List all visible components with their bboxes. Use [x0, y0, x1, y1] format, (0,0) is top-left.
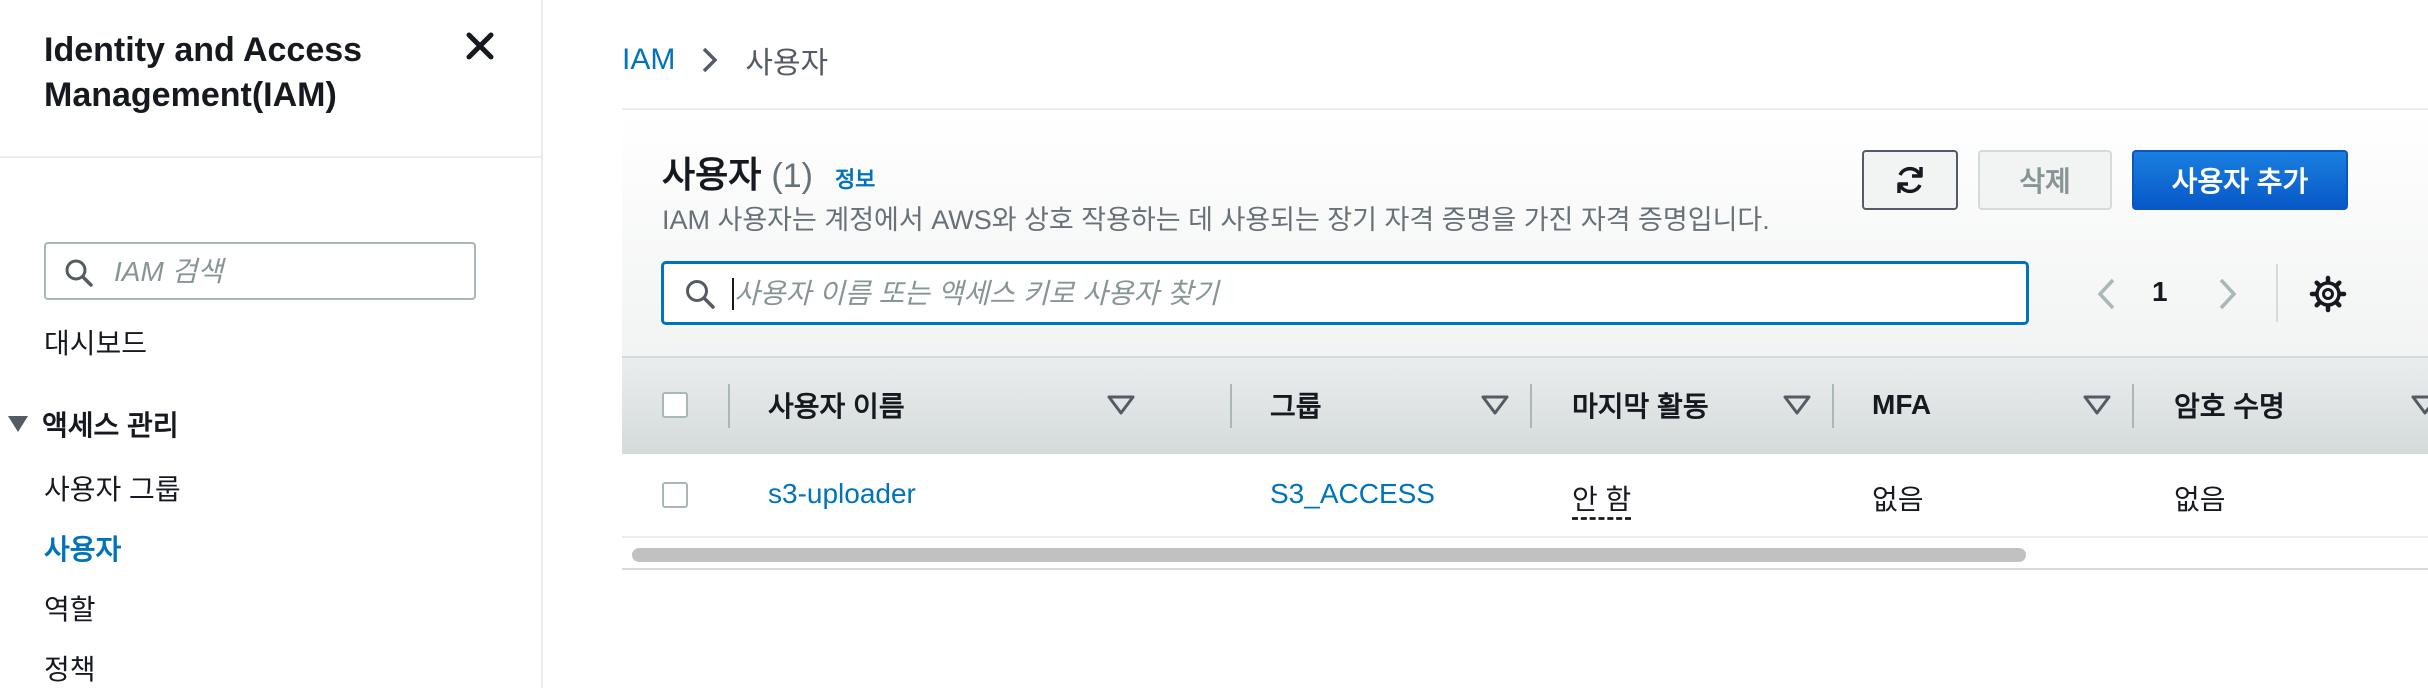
column-user-name[interactable]: 사용자 이름	[768, 358, 1148, 452]
column-password-age[interactable]: 암호 수명	[2174, 358, 2428, 452]
column-divider	[1530, 384, 1532, 428]
user-filter-input[interactable]	[732, 264, 2016, 324]
sidebar-item-policies[interactable]: 정책	[44, 648, 96, 688]
group-link[interactable]: S3_ACCESS	[1270, 478, 1435, 510]
sidebar-divider	[0, 156, 541, 158]
mfa-value: 없음	[1872, 484, 1924, 515]
next-page-button[interactable]	[2206, 274, 2246, 314]
column-divider	[1832, 384, 1834, 428]
breadcrumb: IAM 사용자	[622, 38, 828, 82]
search-icon	[64, 258, 94, 288]
column-divider	[2132, 384, 2134, 428]
search-icon	[684, 278, 716, 310]
breadcrumb-current: 사용자	[745, 47, 829, 80]
sidebar-item-users[interactable]: 사용자	[44, 528, 121, 568]
page-title: 사용자 (1) 정보	[662, 146, 875, 198]
sidebar-item-user-groups[interactable]: 사용자 그룹	[44, 468, 181, 508]
sidebar: Identity and Access Management(IAM) 대시보드…	[0, 0, 543, 688]
column-divider	[1230, 384, 1232, 428]
info-link[interactable]: 정보	[835, 162, 875, 194]
sort-caret-icon	[1481, 395, 1509, 415]
table-header: 사용자 이름 그룹 마지막 활동 MFA 암호 수명	[622, 356, 2428, 454]
add-user-button[interactable]: 사용자 추가	[2132, 150, 2348, 210]
sidebar-section-access[interactable]: 액세스 관리	[8, 404, 179, 444]
sort-caret-icon	[2083, 395, 2111, 415]
column-label: 사용자 이름	[768, 391, 905, 422]
chevron-right-icon	[2219, 278, 2237, 310]
chevron-left-icon	[2097, 278, 2115, 310]
previous-page-button[interactable]	[2088, 274, 2128, 314]
close-icon[interactable]	[462, 28, 498, 64]
page-number[interactable]: 1	[2152, 276, 2168, 308]
select-all-checkbox[interactable]	[662, 392, 688, 418]
row-checkbox[interactable]	[662, 482, 688, 508]
user-count: (1)	[771, 157, 813, 195]
column-label: MFA	[1872, 389, 1932, 420]
users-table-container: 사용자 (1) 정보 IAM 사용자는 계정에서 AWS와 상호 작용하는 데 …	[622, 108, 2428, 570]
gear-icon	[2309, 275, 2347, 313]
sort-caret-icon	[1783, 395, 1811, 415]
sort-caret-icon	[1107, 395, 1135, 415]
scrollbar-thumb[interactable]	[632, 548, 2026, 562]
sidebar-section-label: 액세스 관리	[42, 410, 179, 441]
breadcrumb-iam[interactable]: IAM	[622, 43, 675, 77]
page-description: IAM 사용자는 계정에서 AWS와 상호 작용하는 데 사용되는 장기 자격 …	[662, 205, 1770, 235]
sidebar-title: Identity and Access Management(IAM)	[44, 31, 363, 114]
column-label: 마지막 활동	[1572, 391, 1709, 422]
delete-button[interactable]: 삭제	[1978, 150, 2112, 210]
last-activity-value: 안 함	[1572, 484, 1632, 515]
sidebar-search-input[interactable]	[112, 244, 466, 300]
chevron-right-icon	[703, 47, 718, 73]
user-name-link[interactable]: s3-uploader	[768, 478, 916, 510]
password-age-value: 없음	[2174, 484, 2226, 515]
sidebar-item-dashboard[interactable]: 대시보드	[44, 322, 147, 362]
refresh-icon	[1897, 166, 1923, 194]
column-label: 그룹	[1270, 391, 1322, 422]
text-cursor	[732, 278, 734, 310]
table-settings-button[interactable]	[2308, 274, 2348, 314]
column-label: 암호 수명	[2174, 391, 2285, 422]
container-header: 사용자 (1) 정보 IAM 사용자는 계정에서 AWS와 상호 작용하는 데 …	[622, 110, 2428, 356]
sidebar-search[interactable]	[44, 242, 476, 300]
refresh-button[interactable]	[1862, 150, 1958, 210]
title-text: 사용자	[662, 154, 762, 195]
sort-caret-icon	[2411, 395, 2428, 415]
column-last-activity[interactable]: 마지막 활동	[1572, 358, 1832, 452]
pager-divider	[2276, 264, 2278, 322]
user-filter[interactable]	[662, 262, 2028, 324]
column-divider	[728, 384, 730, 428]
column-mfa[interactable]: MFA	[1872, 358, 2132, 452]
caret-down-icon	[8, 416, 28, 432]
sidebar-item-roles[interactable]: 역할	[44, 588, 96, 628]
horizontal-scrollbar[interactable]	[622, 538, 2428, 570]
table-row: s3-uploader S3_ACCESS 안 함 없음 없음	[622, 454, 2428, 538]
column-group[interactable]: 그룹	[1270, 358, 1530, 452]
